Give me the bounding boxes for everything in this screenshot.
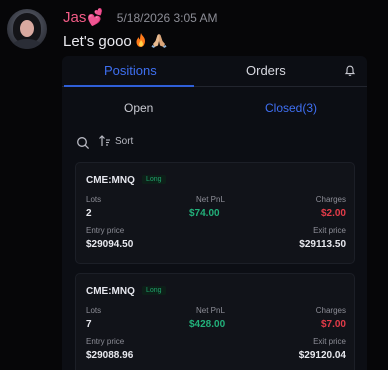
symbol: CME:MNQ — [86, 175, 135, 186]
charges-value: $2.00 — [320, 208, 346, 219]
entry-price-value: $29094.50 — [86, 239, 134, 250]
exit-price-label: Exit price — [313, 337, 346, 346]
timestamp: 5/18/2026 3:05 AM — [116, 11, 218, 25]
avatar[interactable] — [7, 9, 47, 49]
lots-value: 7 — [86, 319, 92, 330]
lots-value: 2 — [86, 208, 92, 219]
pray-emoji — [150, 32, 168, 51]
side-badge: Long — [142, 286, 166, 295]
tab-closed[interactable]: Closed(3) — [265, 101, 317, 115]
sort-label: Sort — [115, 135, 134, 147]
exit-price-label: Exit price — [313, 226, 346, 235]
avatar-face — [20, 20, 34, 37]
net-pnl-value: $74.00 — [189, 208, 220, 219]
charges-label: Charges — [315, 195, 346, 204]
net-pnl-label: Net PnL — [196, 306, 225, 315]
message-header: Jas 💕 5/18/2026 3:05 AM — [63, 7, 218, 28]
entry-price-label: Entry price — [86, 337, 125, 346]
heart-emoji: 💕 — [85, 7, 107, 28]
tab-bar: Positions Orders — [62, 56, 367, 87]
exit-price-value: $29120.04 — [298, 350, 346, 361]
sort-icon — [99, 135, 110, 146]
bell-icon[interactable] — [344, 64, 356, 76]
position-card[interactable]: CME:MNQ Long Lots 7 Net PnL $428.00 Char… — [75, 273, 355, 370]
net-pnl-label: Net PnL — [196, 195, 225, 204]
search-icon[interactable] — [76, 136, 90, 150]
position-card[interactable]: CME:MNQ Long Lots 2 Net PnL $74.00 Charg… — [75, 162, 355, 264]
lots-label: Lots — [86, 195, 102, 204]
list-toolbar: Sort — [62, 129, 367, 163]
trading-app-card: Positions Orders Open Closed(3) Sort CME… — [62, 56, 367, 370]
sort-button[interactable]: Sort — [98, 134, 133, 148]
tab-orders[interactable]: Orders — [246, 63, 286, 78]
message-text: Let's gooo — [63, 32, 168, 51]
status-tabs: Open Closed(3) — [62, 87, 367, 129]
message-body: Let's gooo — [63, 33, 132, 50]
lots-label: Lots — [86, 306, 102, 315]
net-pnl-value: $428.00 — [189, 319, 226, 330]
username[interactable]: Jas — [63, 9, 86, 26]
fire-emoji — [133, 32, 149, 51]
charges-value: $7.00 — [320, 319, 346, 330]
entry-price-label: Entry price — [86, 226, 125, 235]
tab-open[interactable]: Open — [124, 101, 153, 115]
symbol: CME:MNQ — [86, 286, 135, 297]
exit-price-value: $29113.50 — [299, 239, 346, 250]
tab-positions[interactable]: Positions — [104, 63, 157, 78]
avatar-shoulder — [11, 39, 43, 49]
side-badge: Long — [142, 175, 166, 184]
entry-price-value: $29088.96 — [86, 350, 134, 361]
charges-label: Charges — [315, 306, 346, 315]
